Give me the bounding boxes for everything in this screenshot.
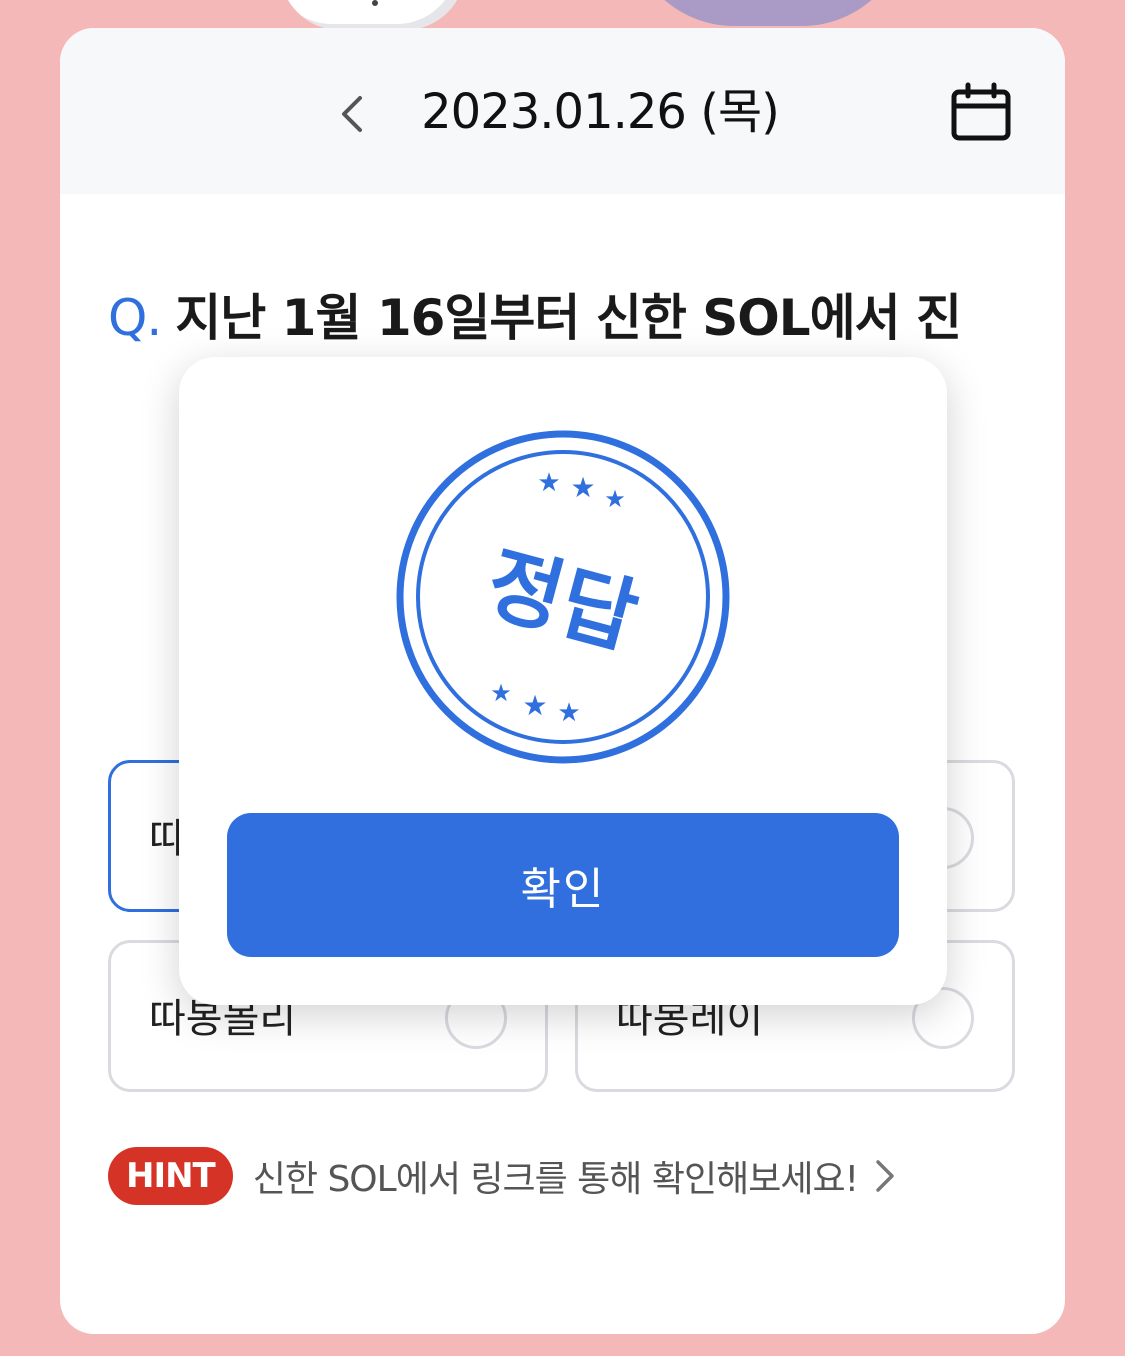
hint-text: 신한 SOL에서 링크를 통해 확인해보세요! [252, 1159, 859, 1200]
date-header: 2023.01.26 (목) [60, 28, 1065, 194]
date-label: 2023.01.26 (목) [421, 84, 780, 140]
hint-badge: HINT [108, 1147, 233, 1205]
question-text: 지난 1월 16일부터 신한 SOL에서 진 [175, 289, 962, 347]
question-prefix: Q. [108, 289, 162, 347]
question-text-block: Q. 지난 1월 16일부터 신한 SOL에서 진 [108, 276, 1008, 360]
confirm-button[interactable]: 확인 [227, 813, 899, 957]
stamp-text: 정답 [477, 536, 647, 667]
mascot-character-right [628, 0, 908, 26]
chevron-left-icon[interactable] [330, 90, 378, 138]
svg-text:★: ★ [604, 485, 626, 513]
svg-text:★: ★ [570, 471, 595, 504]
stars-bottom: ★ ★ ★ [490, 679, 580, 728]
correct-answer-stamp: ★ ★ ★ ★ ★ ★ 정답 [396, 430, 730, 764]
mascot-character-left [280, 0, 465, 30]
svg-text:★: ★ [557, 698, 580, 728]
chevron-right-icon [876, 1160, 894, 1192]
svg-text:★: ★ [490, 679, 512, 707]
svg-text:★: ★ [537, 468, 560, 498]
hint-link[interactable]: HINT 신한 SOL에서 링크를 통해 확인해보세요! [108, 1146, 898, 1206]
calendar-icon[interactable] [950, 82, 1012, 142]
svg-text:★: ★ [522, 689, 547, 722]
answer-result-modal: ★ ★ ★ ★ ★ ★ 정답 확인 [179, 357, 947, 1005]
stars-top: ★ ★ ★ [537, 468, 625, 513]
